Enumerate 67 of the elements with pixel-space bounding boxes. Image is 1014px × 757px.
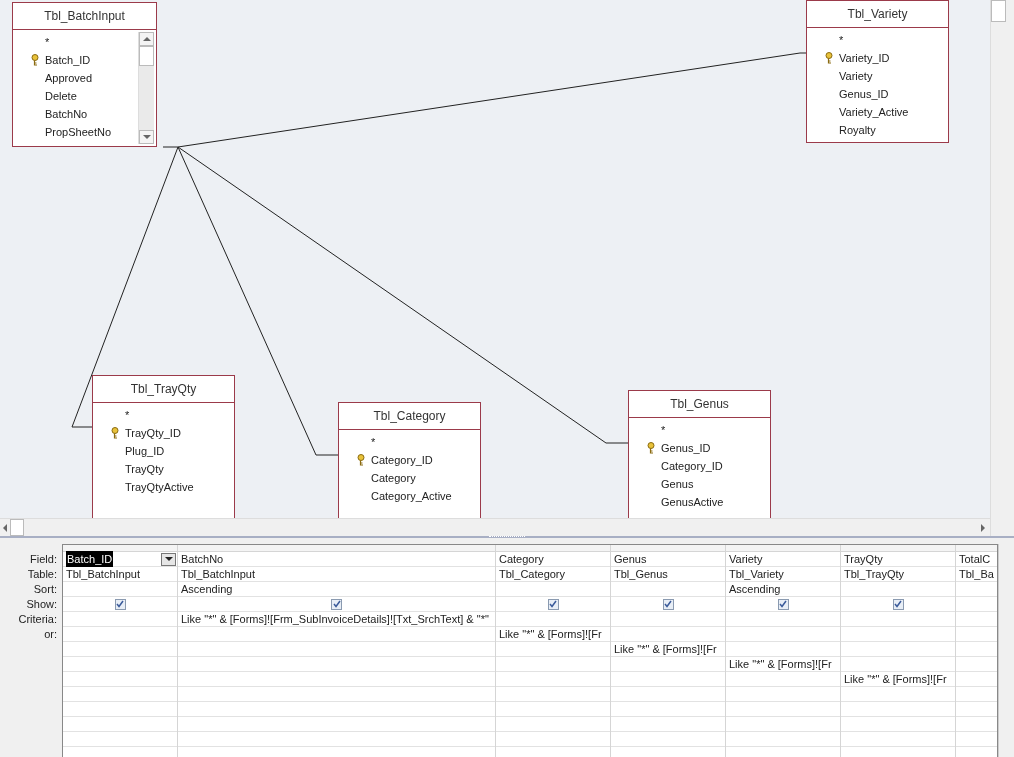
show-checkbox[interactable] [331, 598, 342, 610]
field-item[interactable]: Variety [839, 69, 873, 83]
show-checkbox[interactable] [662, 598, 674, 610]
field-item[interactable]: Category_ID [661, 459, 723, 473]
criteria-cell: Like "*" & [Forms]![Fr [614, 642, 717, 656]
table-cell-text: Tbl_Category [499, 566, 566, 582]
table-cell-text: Tbl_BatchInput [181, 566, 255, 582]
column-selector[interactable] [63, 545, 177, 552]
field-item[interactable]: * [125, 408, 130, 422]
row-label: Field: [30, 552, 57, 568]
table-title: Tbl_Category [339, 403, 480, 430]
field-cell[interactable]: Genus [614, 550, 647, 568]
field-cell[interactable]: Category [499, 550, 544, 568]
table-cell-text: Tbl_TrayQty [844, 566, 905, 582]
field-item[interactable]: Category_Active [371, 489, 452, 503]
criteria-cell: Like "*" & [Forms]![Fr [844, 672, 947, 686]
dropdown-button[interactable] [161, 552, 176, 566]
field-item[interactable]: * [45, 35, 50, 49]
field-item[interactable]: * [839, 33, 844, 47]
show-checkbox[interactable] [114, 598, 126, 610]
field-item[interactable]: Plug_ID [125, 444, 165, 458]
row-label: Table: [27, 567, 57, 583]
table-title: Tbl_Variety [807, 1, 948, 28]
show-checkbox[interactable] [892, 598, 904, 610]
row-label: Sort: [33, 582, 57, 598]
table-title: Tbl_TrayQty [93, 376, 234, 403]
table-title: Tbl_BatchInput [13, 3, 156, 30]
field-item[interactable]: TrayQtyActive [125, 480, 194, 494]
field-item[interactable]: Royalty [839, 123, 876, 137]
field-item[interactable]: TrayQty [125, 462, 164, 476]
field-item[interactable]: Variety_ID [839, 51, 890, 65]
field-item[interactable]: Batch_ID [45, 53, 91, 67]
field-item[interactable]: Delete [45, 89, 77, 103]
field-item[interactable]: Genus_ID [839, 87, 889, 101]
field-item[interactable]: * [371, 435, 376, 449]
field-cell[interactable]: TotalC [959, 550, 991, 568]
field-item[interactable]: Genus_ID [661, 441, 711, 455]
table-cell-text: Tbl_BatchInput [66, 566, 140, 582]
scrollbar[interactable] [138, 32, 154, 144]
table-cell-text: Tbl_Genus [614, 566, 668, 582]
sort-cell-text: Ascending [181, 581, 233, 597]
criteria-cell: Like "*" & [Forms]![Fr [729, 657, 832, 671]
field-item[interactable]: Category [371, 471, 416, 485]
field-item[interactable]: Approved [45, 71, 93, 85]
field-item[interactable]: * [661, 423, 666, 437]
show-checkbox[interactable] [547, 598, 559, 610]
horizontal-scrollbar[interactable] [0, 518, 990, 536]
table-cell-text: Tbl_Ba [959, 566, 994, 582]
table-title: Tbl_Genus [629, 391, 770, 418]
field-item[interactable]: Category_ID [371, 453, 433, 467]
table-cell-text: Tbl_Variety [729, 566, 784, 582]
field-cell[interactable]: TrayQty [844, 550, 883, 568]
field-cell[interactable]: BatchNo [181, 550, 224, 568]
field-item[interactable]: PropSheetNo [45, 125, 112, 139]
row-label: or: [44, 627, 57, 643]
sort-cell-text: Ascending [729, 581, 781, 597]
field-item[interactable]: Genus [661, 477, 694, 491]
criteria-cell: Like "*" & [Forms]![Fr [499, 627, 602, 641]
field-item[interactable]: GenusActive [661, 495, 724, 509]
criteria-cell: Like "*" & [Forms]![Frm_SubInvoiceDetails]![Txt_SrchText] & "*" [181, 612, 489, 626]
field-item[interactable]: Variety_Active [839, 105, 909, 119]
field-item[interactable]: BatchNo [45, 107, 88, 121]
field-cell[interactable]: Variety [729, 550, 763, 568]
show-checkbox[interactable] [777, 598, 789, 610]
row-label: Criteria: [18, 612, 57, 628]
field-item[interactable]: TrayQty_ID [125, 426, 181, 440]
row-label: Show: [26, 597, 57, 613]
